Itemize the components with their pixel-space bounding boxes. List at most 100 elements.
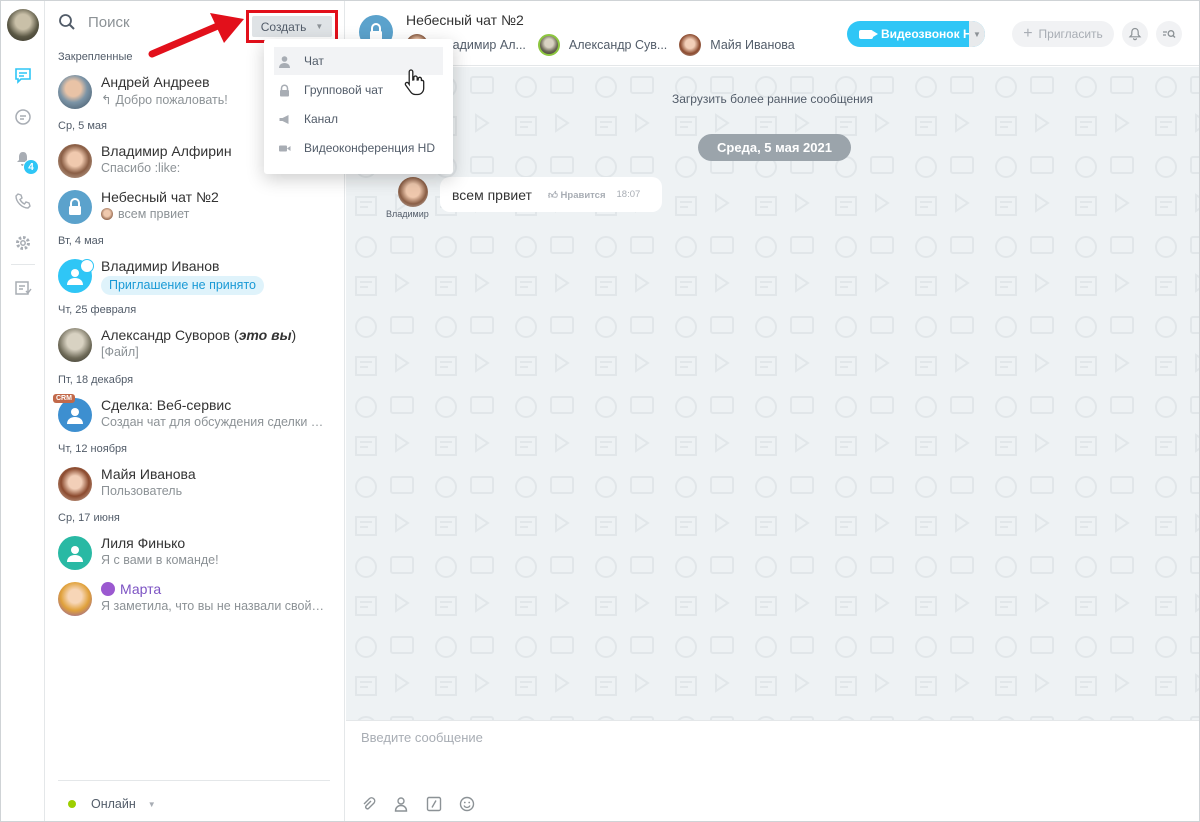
channels-icon[interactable] <box>13 107 33 127</box>
chat-subtitle: Я с вами в команде! <box>101 553 219 567</box>
bot-icon <box>101 582 115 596</box>
notifications-badge: 4 <box>23 159 39 175</box>
avatar <box>58 582 92 616</box>
smiley-icon[interactable] <box>459 796 475 812</box>
status-selector[interactable]: Онлайн ▼ <box>68 797 156 811</box>
invite-button[interactable]: + Пригласить <box>1012 21 1114 47</box>
paperclip-icon[interactable] <box>360 796 376 812</box>
chat-item-lilya[interactable]: Лиля Финько Я с вами в команде! <box>56 532 336 574</box>
section-date: Пт, 18 декабря <box>58 374 134 386</box>
chat-item-deal[interactable]: CRM Сделка: Веб-сервис Создан чат для об… <box>53 394 336 436</box>
list-footer-divider <box>58 780 330 781</box>
chat-title: Марта <box>101 581 161 597</box>
bell-icon <box>1128 27 1142 41</box>
message-author-avatar[interactable] <box>398 177 428 207</box>
chat-background-pattern <box>346 67 1199 720</box>
video-call-button[interactable]: Видеозвонок HD ▼ <box>847 21 985 47</box>
mini-avatar <box>101 208 113 220</box>
status-label: Онлайн <box>91 797 136 811</box>
settings-gear-icon[interactable] <box>13 233 33 253</box>
invite-label: Пригласить <box>1038 27 1103 41</box>
like-label: Нравится <box>560 189 606 201</box>
thumbs-up-icon: 👍︎ <box>547 189 561 201</box>
chevron-down-icon[interactable]: ▼ <box>969 21 985 47</box>
menu-item-label: Групповой чат <box>304 83 384 97</box>
chat-title-name: Александр Суворов ( <box>101 327 239 343</box>
message-bubble[interactable]: всем првиет 👍︎ Нравится 18:07 <box>440 177 662 212</box>
chat-item-ivanov[interactable]: Владимир Иванов Приглашение не принято <box>56 255 336 297</box>
chat-title: Небесный чат №2 <box>101 189 219 205</box>
section-date: Вт, 4 мая <box>58 235 104 247</box>
search-list-icon <box>1163 30 1176 38</box>
avatar <box>58 190 92 224</box>
message-input[interactable]: Введите сообщение <box>361 730 483 745</box>
menu-item-video-conference[interactable]: Видеоконференция HD <box>274 134 443 162</box>
member[interactable]: Майя Иванова <box>679 34 795 56</box>
rail-divider <box>11 264 35 265</box>
chat-title: Майя Иванова <box>101 466 196 482</box>
chat-item-maya[interactable]: Майя Иванова Пользователь <box>56 463 336 505</box>
member-avatar <box>537 34 560 56</box>
clock-icon <box>80 259 94 273</box>
member[interactable]: Александр Сув... <box>537 34 668 56</box>
create-button[interactable]: Создать ▼ <box>252 16 332 37</box>
chat-title: Владимир Алфирин <box>101 143 232 159</box>
load-earlier-link[interactable]: Загрузить более ранние сообщения <box>346 92 1199 106</box>
menu-item-label: Канал <box>304 112 338 126</box>
search-placeholder[interactable]: Поиск <box>88 14 130 31</box>
video-camera-icon <box>859 29 878 39</box>
avatar <box>58 144 92 178</box>
chat-title: Александр Суворов (это вы) <box>101 327 296 343</box>
chat-title: Сделка: Веб-сервис <box>101 397 232 413</box>
search-icon <box>59 14 75 30</box>
hand-cursor-icon <box>404 69 425 96</box>
chat-title-close: ) <box>291 327 297 343</box>
reply-arrow-icon: ↰ <box>101 93 112 107</box>
chat-title: Владимир Иванов <box>101 258 220 274</box>
left-rail: 4 <box>1 1 45 821</box>
chat-title: Лиля Финько <box>101 535 186 551</box>
search-messages-button[interactable] <box>1156 21 1182 47</box>
phone-icon[interactable] <box>13 191 33 211</box>
message-author-name: Владимир <box>386 209 429 219</box>
member-name: Майя Иванова <box>710 38 795 52</box>
avatar <box>58 467 92 501</box>
chat-item-marta[interactable]: Марта Я заметила, что вы не назвали свой… <box>56 578 336 620</box>
chats-icon[interactable] <box>13 65 33 85</box>
menu-item-channel[interactable]: Канал <box>274 105 443 133</box>
chat-subtitle: Пользователь <box>101 484 183 498</box>
search-box[interactable]: Поиск <box>58 13 130 31</box>
user-icon <box>67 408 83 424</box>
lock-icon <box>274 84 294 97</box>
task-list-icon[interactable] <box>13 278 33 298</box>
message-text: всем првиет <box>452 186 532 203</box>
chat-subtitle: Создан чат для обсуждения сделки … <box>101 415 324 429</box>
member-name: Александр Сув... <box>568 38 668 52</box>
chat-title-you: это вы <box>238 327 292 343</box>
create-menu: Чат Групповой чат Канал Видеоконференция… <box>264 39 453 174</box>
command-icon[interactable] <box>426 796 442 812</box>
avatar <box>58 328 92 362</box>
chat-subtitle: Добро пожаловать! <box>115 93 228 107</box>
member-avatar <box>679 34 702 56</box>
date-separator: Среда, 5 мая 2021 <box>698 134 851 161</box>
chat-title: Андрей Андреев <box>101 74 210 90</box>
chat-item-sky[interactable]: Небесный чат №2 всем првиет <box>56 186 336 228</box>
chat-item-suvorov[interactable]: Александр Суворов (это вы) [Файл] <box>56 324 336 366</box>
chevron-down-icon: ▼ <box>147 799 156 809</box>
red-arrow-annotation <box>148 13 244 58</box>
message-area: Загрузить более ранние сообщения Среда, … <box>346 67 1199 720</box>
avatar <box>58 536 92 570</box>
user-mention-icon[interactable] <box>393 796 409 812</box>
my-avatar[interactable] <box>7 9 39 41</box>
video-camera-icon <box>274 142 294 155</box>
section-date: Ср, 5 мая <box>58 120 107 132</box>
notifications-toggle[interactable] <box>1122 21 1148 47</box>
like-button[interactable]: 👍︎ Нравится <box>548 189 606 201</box>
crm-badge: CRM <box>53 394 75 403</box>
chat-header-title[interactable]: Небесный чат №2 <box>406 12 524 28</box>
user-icon <box>67 546 83 562</box>
avatar <box>58 75 92 109</box>
member-list: Владимир Ал... Александр Сув... Майя Ива… <box>406 34 807 56</box>
avatar <box>58 398 92 432</box>
